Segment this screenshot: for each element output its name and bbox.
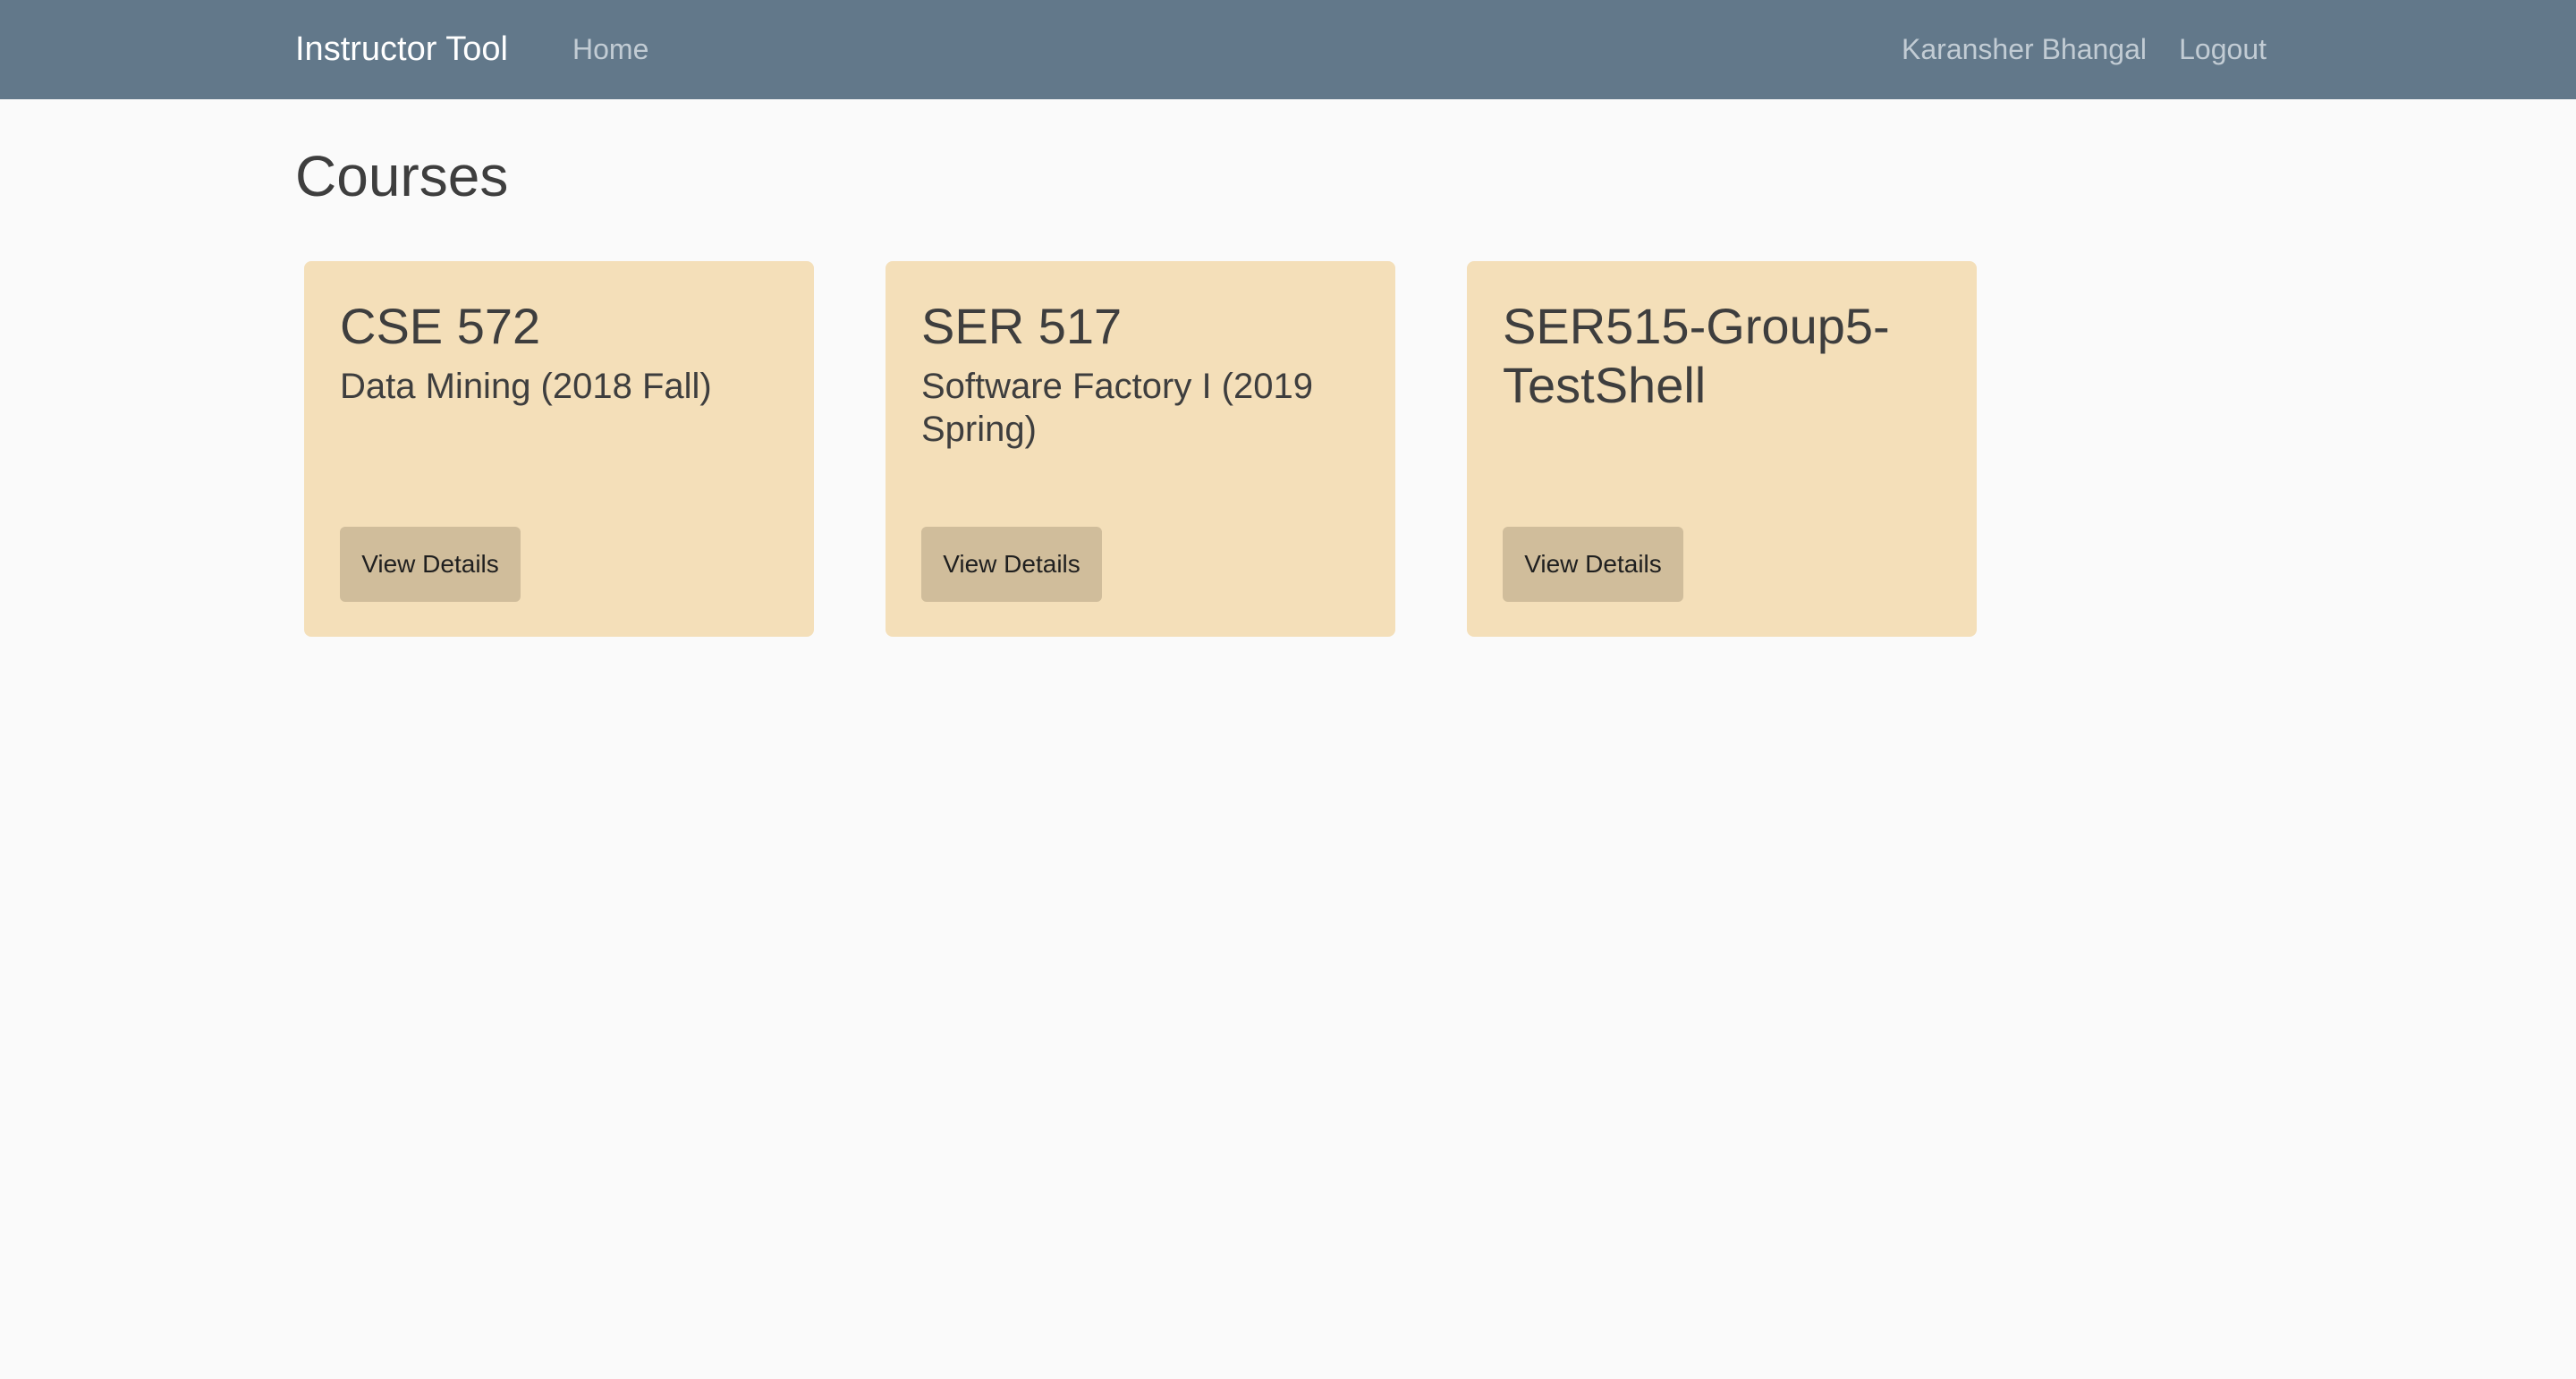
course-card: SER 517 Software Factory I (2019 Spring)… [886, 261, 1395, 637]
course-name: Software Factory I (2019 Spring) [921, 367, 1313, 449]
page-title: Courses [295, 144, 509, 208]
nav-logout-link[interactable]: Logout [2179, 0, 2267, 99]
view-details-button[interactable]: View Details [340, 527, 521, 602]
course-card: SER515-Group5-TestShell View Details [1467, 261, 1977, 637]
course-code: SER 517 [921, 298, 1123, 354]
navbar: Instructor Tool Home Karansher Bhangal L… [0, 0, 2576, 99]
app-brand-link[interactable]: Instructor Tool [295, 0, 508, 99]
view-details-button[interactable]: View Details [1503, 527, 1683, 602]
course-name: Data Mining (2018 Fall) [340, 367, 712, 406]
view-details-button[interactable]: View Details [921, 527, 1102, 602]
nav-user-name[interactable]: Karansher Bhangal [1902, 0, 2147, 99]
course-code: SER515-Group5-TestShell [1503, 298, 1890, 413]
nav-home-link[interactable]: Home [572, 0, 648, 99]
course-card: CSE 572 Data Mining (2018 Fall) View Det… [304, 261, 814, 637]
course-code: CSE 572 [340, 298, 541, 354]
